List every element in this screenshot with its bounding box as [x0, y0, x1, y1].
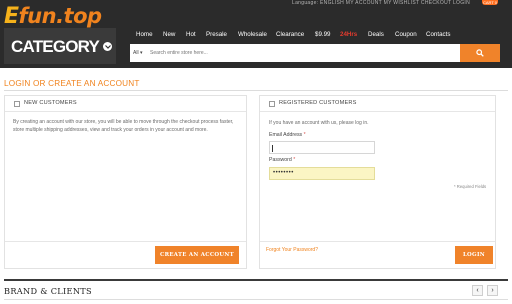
search-scope-select[interactable]: All ▾	[133, 44, 142, 62]
required-mark: *	[303, 132, 306, 138]
forgot-password-link[interactable]: Forgot Your Password?	[266, 247, 318, 253]
search-button[interactable]	[460, 44, 500, 62]
search-input[interactable]	[150, 45, 450, 61]
nav-coupon[interactable]: Coupon	[395, 28, 417, 41]
category-menu-button[interactable]: CATEGORY	[4, 28, 116, 64]
required-mark: *	[293, 157, 296, 163]
logo-letter: E	[4, 4, 19, 29]
nav-home[interactable]: Home	[136, 28, 153, 41]
nav-presale[interactable]: Presale	[206, 28, 227, 41]
nav-contacts[interactable]: Contacts	[426, 28, 450, 41]
password-label: Password *	[269, 157, 295, 163]
registered-customers-footer: Forgot Your Password? LOGIN	[260, 241, 495, 268]
carousel-prev-button[interactable]: ‹	[472, 285, 483, 296]
email-field[interactable]	[269, 141, 375, 154]
site-logo[interactable]: Efun.top	[4, 4, 103, 29]
email-label-text: Email Address	[269, 132, 303, 138]
checkbox-icon	[269, 101, 275, 107]
registered-customers-description: If you have an account with us, please l…	[269, 120, 369, 126]
new-customers-header: NEW CUSTOMERS	[5, 96, 246, 112]
top-links[interactable]: Language: ENGLISH MY ACCOUNT MY WISHLIST…	[292, 0, 470, 6]
carousel-next-button[interactable]: ›	[487, 285, 498, 296]
create-account-button[interactable]: CREATE AN ACCOUNT	[155, 246, 239, 264]
new-customers-footer: CREATE AN ACCOUNT	[5, 241, 246, 268]
login-button[interactable]: LOGIN	[455, 246, 493, 264]
main-nav: Home New Hot Presale Wholesale Clearance…	[130, 28, 512, 41]
page-title: LOGIN OR CREATE AN ACCOUNT	[4, 79, 140, 88]
nav-wholesale[interactable]: Wholesale	[238, 28, 267, 41]
registered-customers-heading: REGISTERED CUSTOMERS	[279, 100, 357, 106]
cart-button[interactable]: CART 0	[482, 0, 498, 5]
site-header: Efun.top Language: ENGLISH MY ACCOUNT MY…	[0, 0, 512, 68]
nav-24hrs[interactable]: 24Hrs	[340, 28, 357, 41]
registered-customers-panel: REGISTERED CUSTOMERS If you have an acco…	[259, 95, 496, 269]
password-field[interactable]: ••••••••	[269, 167, 375, 180]
text-caret	[272, 145, 273, 152]
nav-new[interactable]: New	[163, 28, 175, 41]
brand-divider	[4, 299, 508, 300]
category-label: CATEGORY	[11, 37, 100, 56]
search-icon	[476, 49, 484, 57]
registered-customers-header: REGISTERED CUSTOMERS	[260, 96, 495, 112]
checkbox-icon	[14, 101, 20, 107]
nav-deals[interactable]: Deals	[368, 28, 384, 41]
new-customers-heading: NEW CUSTOMERS	[24, 100, 77, 106]
nav-clearance[interactable]: Clearance	[276, 28, 304, 41]
brand-divider-top	[4, 279, 508, 281]
new-customers-description: By creating an account with our store, y…	[13, 119, 234, 133]
nav-9-99[interactable]: $9.99	[315, 28, 330, 41]
password-label-text: Password	[269, 157, 292, 163]
title-divider	[4, 90, 508, 91]
email-label: Email Address *	[269, 132, 306, 138]
nav-hot[interactable]: Hot	[186, 28, 196, 41]
chevron-down-icon	[103, 42, 112, 51]
required-fields-note: * Required Fields	[454, 184, 487, 189]
search-bar: All ▾	[130, 44, 500, 62]
search-scope-value: All	[133, 50, 139, 56]
new-customers-panel: NEW CUSTOMERS By creating an account wit…	[4, 95, 247, 269]
logo-text: fun.top	[18, 4, 103, 28]
brand-section-title: BRAND & CLIENTS	[4, 286, 92, 296]
